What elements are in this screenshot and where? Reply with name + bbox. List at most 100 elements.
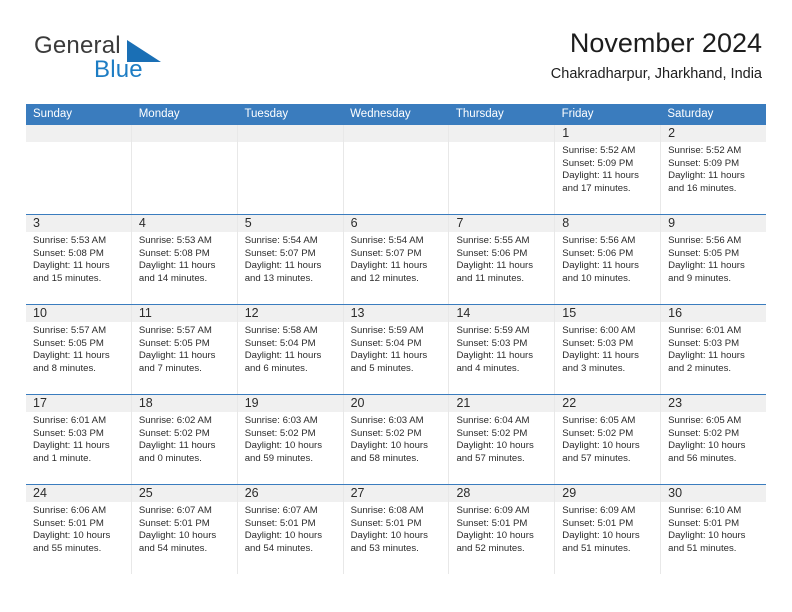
sunrise-text: Sunrise: 5:59 AM (350, 325, 424, 336)
day-cell[interactable] (26, 125, 132, 214)
day-cell[interactable] (131, 125, 238, 214)
sunset-text: Sunset: 5:02 PM (562, 427, 634, 439)
day-number: 13 (343, 305, 449, 322)
day-info: Sunrise: 5:57 AM Sunset: 5:05 PM Dayligh… (132, 322, 237, 375)
sunrise-text: Sunrise: 6:03 AM (350, 415, 424, 426)
day-cell[interactable]: 18 Sunrise: 6:02 AM Sunset: 5:02 PM Dayl… (131, 395, 238, 484)
day-cell[interactable]: 12 Sunrise: 5:58 AM Sunset: 5:04 PM Dayl… (237, 305, 344, 394)
day-cell[interactable]: 30 Sunrise: 6:10 AM Sunset: 5:01 PM Dayl… (661, 485, 767, 574)
calendar-grid: Sunday Monday Tuesday Wednesday Thursday… (26, 104, 767, 574)
day-cell[interactable]: 17 Sunrise: 6:01 AM Sunset: 5:03 PM Dayl… (26, 395, 132, 484)
day-cell[interactable]: 27 Sunrise: 6:08 AM Sunset: 5:01 PM Dayl… (343, 485, 450, 574)
day-cell[interactable]: 15 Sunrise: 6:00 AM Sunset: 5:03 PM Dayl… (555, 305, 662, 394)
day-number (237, 125, 343, 142)
day-cell[interactable] (449, 125, 556, 214)
day-info: Sunrise: 5:54 AM Sunset: 5:07 PM Dayligh… (238, 232, 343, 285)
weekday-header-thursday: Thursday (455, 108, 504, 120)
day-info: Sunrise: 6:10 AM Sunset: 5:01 PM Dayligh… (661, 502, 766, 555)
daylight-text-line2: and 3 minutes. (562, 362, 626, 374)
day-cell[interactable]: 16 Sunrise: 6:01 AM Sunset: 5:03 PM Dayl… (661, 305, 767, 394)
daylight-text-line2: and 55 minutes. (33, 542, 102, 554)
sunrise-text: Sunrise: 5:52 AM (668, 145, 742, 156)
daylight-text-line1: Daylight: 10 hours (138, 530, 217, 542)
sunset-text: Sunset: 5:01 PM (33, 517, 104, 529)
day-number: 3 (26, 215, 131, 232)
sunset-text: Sunset: 5:05 PM (138, 337, 210, 349)
day-cell[interactable]: 1 Sunrise: 5:52 AM Sunset: 5:09 PM Dayli… (555, 125, 662, 214)
day-info: Sunrise: 6:01 AM Sunset: 5:03 PM Dayligh… (661, 322, 766, 375)
day-cell[interactable] (343, 125, 450, 214)
daylight-text-line2: and 51 minutes. (668, 542, 737, 554)
day-cell[interactable]: 14 Sunrise: 5:59 AM Sunset: 5:03 PM Dayl… (449, 305, 556, 394)
daylight-text-line1: Daylight: 11 hours (562, 260, 639, 272)
day-number: 15 (555, 305, 661, 322)
day-info (344, 142, 449, 145)
daylight-text-line1: Daylight: 10 hours (350, 530, 428, 542)
day-number: 18 (131, 395, 237, 412)
daylight-text-line2: and 53 minutes. (350, 542, 419, 554)
title-block: November 2024 Chakradharpur, Jharkhand, … (551, 26, 762, 85)
day-cell[interactable]: 8 Sunrise: 5:56 AM Sunset: 5:06 PM Dayli… (555, 215, 662, 304)
sunrise-text: Sunrise: 6:02 AM (138, 415, 212, 426)
day-cell[interactable]: 4 Sunrise: 5:53 AM Sunset: 5:08 PM Dayli… (131, 215, 238, 304)
week-row: 10 Sunrise: 5:57 AM Sunset: 5:05 PM Dayl… (26, 304, 767, 394)
day-cell[interactable] (237, 125, 344, 214)
day-cell[interactable]: 9 Sunrise: 5:56 AM Sunset: 5:05 PM Dayli… (661, 215, 767, 304)
day-cell[interactable]: 21 Sunrise: 6:04 AM Sunset: 5:02 PM Dayl… (449, 395, 556, 484)
sunrise-text: Sunrise: 5:56 AM (562, 235, 636, 246)
day-cell[interactable]: 11 Sunrise: 5:57 AM Sunset: 5:05 PM Dayl… (131, 305, 238, 394)
day-cell[interactable]: 13 Sunrise: 5:59 AM Sunset: 5:04 PM Dayl… (343, 305, 450, 394)
sunset-text: Sunset: 5:08 PM (138, 247, 210, 259)
day-cell[interactable]: 28 Sunrise: 6:09 AM Sunset: 5:01 PM Dayl… (449, 485, 556, 574)
sunrise-text: Sunrise: 5:54 AM (350, 235, 424, 246)
day-info: Sunrise: 6:00 AM Sunset: 5:03 PM Dayligh… (555, 322, 660, 375)
daylight-text-line2: and 52 minutes. (456, 542, 525, 554)
day-number: 10 (26, 305, 131, 322)
sunset-text: Sunset: 5:01 PM (138, 517, 210, 529)
sunrise-text: Sunrise: 6:10 AM (668, 505, 742, 516)
daylight-text-line1: Daylight: 11 hours (668, 170, 745, 182)
daylight-text-line1: Daylight: 10 hours (244, 530, 323, 542)
daylight-text-line1: Daylight: 11 hours (350, 350, 428, 362)
day-cell[interactable]: 26 Sunrise: 6:07 AM Sunset: 5:01 PM Dayl… (237, 485, 344, 574)
day-info: Sunrise: 6:06 AM Sunset: 5:01 PM Dayligh… (26, 502, 131, 555)
daylight-text-line2: and 15 minutes. (33, 272, 102, 284)
day-cell[interactable]: 3 Sunrise: 5:53 AM Sunset: 5:08 PM Dayli… (26, 215, 132, 304)
day-cell[interactable]: 20 Sunrise: 6:03 AM Sunset: 5:02 PM Dayl… (343, 395, 450, 484)
sunrise-text: Sunrise: 5:57 AM (138, 325, 212, 336)
day-info: Sunrise: 5:52 AM Sunset: 5:09 PM Dayligh… (661, 142, 766, 195)
day-info (26, 142, 131, 145)
brand-logo[interactable]: General Blue (34, 32, 224, 94)
daylight-text-line1: Daylight: 11 hours (350, 260, 428, 272)
daylight-text-line2: and 17 minutes. (562, 182, 631, 194)
day-cell[interactable]: 10 Sunrise: 5:57 AM Sunset: 5:05 PM Dayl… (26, 305, 132, 394)
day-cell[interactable]: 19 Sunrise: 6:03 AM Sunset: 5:02 PM Dayl… (237, 395, 344, 484)
sunrise-text: Sunrise: 5:58 AM (244, 325, 318, 336)
sunrise-text: Sunrise: 6:05 AM (668, 415, 742, 426)
day-info: Sunrise: 5:57 AM Sunset: 5:05 PM Dayligh… (26, 322, 131, 375)
day-number: 17 (26, 395, 131, 412)
day-cell[interactable]: 7 Sunrise: 5:55 AM Sunset: 5:06 PM Dayli… (449, 215, 556, 304)
day-cell[interactable]: 22 Sunrise: 6:05 AM Sunset: 5:02 PM Dayl… (555, 395, 662, 484)
day-cell[interactable]: 24 Sunrise: 6:06 AM Sunset: 5:01 PM Dayl… (26, 485, 132, 574)
sunset-text: Sunset: 5:03 PM (33, 427, 104, 439)
sunrise-text: Sunrise: 6:09 AM (562, 505, 636, 516)
day-cell[interactable]: 6 Sunrise: 5:54 AM Sunset: 5:07 PM Dayli… (343, 215, 450, 304)
day-cell[interactable]: 29 Sunrise: 6:09 AM Sunset: 5:01 PM Dayl… (555, 485, 662, 574)
sunrise-text: Sunrise: 5:55 AM (456, 235, 530, 246)
sunrise-text: Sunrise: 6:00 AM (562, 325, 636, 336)
day-cell[interactable]: 25 Sunrise: 6:07 AM Sunset: 5:01 PM Dayl… (131, 485, 238, 574)
day-cell[interactable]: 5 Sunrise: 5:54 AM Sunset: 5:07 PM Dayli… (237, 215, 344, 304)
day-info: Sunrise: 6:07 AM Sunset: 5:01 PM Dayligh… (132, 502, 237, 555)
sunrise-text: Sunrise: 6:01 AM (668, 325, 742, 336)
day-cell[interactable]: 23 Sunrise: 6:05 AM Sunset: 5:02 PM Dayl… (661, 395, 767, 484)
daylight-text-line1: Daylight: 10 hours (668, 530, 746, 542)
day-info: Sunrise: 5:56 AM Sunset: 5:05 PM Dayligh… (661, 232, 766, 285)
day-cell[interactable]: 2 Sunrise: 5:52 AM Sunset: 5:09 PM Dayli… (661, 125, 767, 214)
daylight-text-line2: and 9 minutes. (668, 272, 732, 284)
day-number: 24 (26, 485, 131, 502)
page-title: November 2024 (569, 28, 762, 58)
sunrise-text: Sunrise: 5:54 AM (244, 235, 318, 246)
weekday-header-saturday: Saturday (667, 108, 714, 120)
day-number: 25 (131, 485, 237, 502)
